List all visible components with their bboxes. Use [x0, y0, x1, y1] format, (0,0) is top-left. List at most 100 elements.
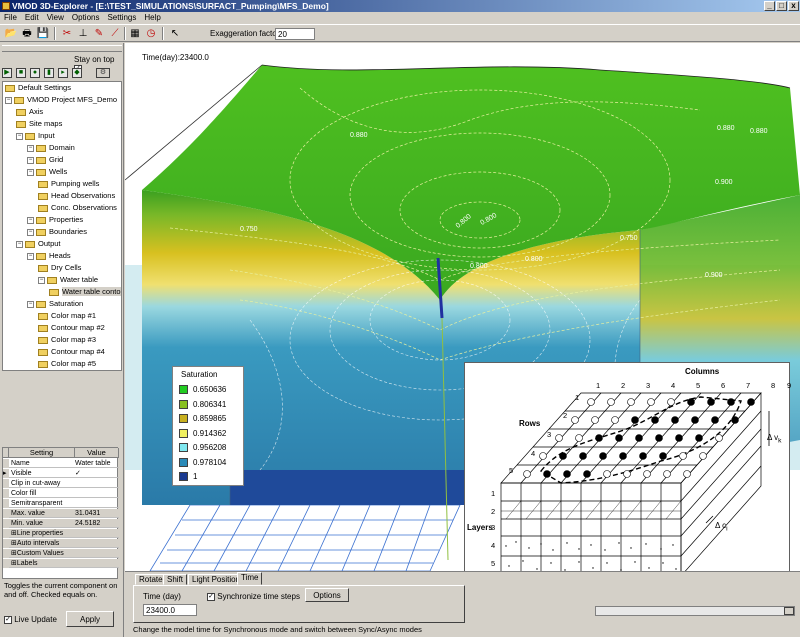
tree-item[interactable]: Pumping wells	[38, 179, 99, 189]
property-value[interactable]: ✓	[75, 469, 119, 478]
close-button[interactable]: x	[788, 1, 799, 11]
tree-item[interactable]: − Wells	[27, 167, 67, 177]
record-icon[interactable]: ●	[30, 68, 40, 78]
tree-item[interactable]: − Grid	[27, 155, 63, 165]
tree-item[interactable]: − Input	[16, 131, 55, 141]
loop-icon[interactable]: ◆	[72, 68, 82, 78]
menu-help[interactable]: Help	[140, 12, 164, 22]
tree-item[interactable]: Conc. Observations	[38, 203, 117, 213]
tab-shift[interactable]: Shift	[163, 574, 188, 585]
step-icon[interactable]: ▸	[58, 68, 68, 78]
time-input[interactable]	[143, 604, 197, 616]
menu-file[interactable]: File	[0, 12, 21, 22]
expand-toggle-icon[interactable]: −	[27, 144, 34, 152]
tree-item[interactable]: Head Observations	[38, 191, 115, 201]
expand-toggle-icon[interactable]: −	[38, 276, 45, 284]
panel-grip[interactable]	[2, 45, 122, 52]
tree-item[interactable]: − Properties	[27, 215, 83, 225]
tree-item[interactable]: Default Settings	[5, 83, 71, 93]
open-folder-icon[interactable]: 📂	[4, 27, 18, 40]
grid-icon[interactable]: ▦	[128, 27, 142, 40]
tab-light-position[interactable]: Light Position	[188, 574, 245, 585]
expand-toggle-icon[interactable]: −	[16, 132, 23, 140]
menu-options[interactable]: Options	[68, 12, 104, 22]
component-tree[interactable]: Default Settings − VMOD Project MFS_Demo Ax…	[2, 81, 122, 371]
menu-edit[interactable]: Edit	[21, 12, 43, 22]
axis-icon[interactable]: ⊥	[76, 27, 90, 40]
tree-item[interactable]: − Output	[16, 239, 61, 249]
tab-time[interactable]: Time	[237, 572, 263, 585]
property-value[interactable]: Water table	[75, 459, 119, 468]
tree-item[interactable]: − Domain	[27, 143, 75, 153]
tab-rotate[interactable]: Rotate	[135, 574, 167, 585]
expand-toggle-icon[interactable]: −	[27, 300, 34, 308]
help-pointer-icon[interactable]: ↖	[168, 27, 182, 40]
column-number: 8	[771, 381, 776, 390]
row-gutter	[3, 479, 9, 488]
tree-item[interactable]: Color map #3	[38, 335, 96, 345]
expand-toggle-icon[interactable]: −	[27, 168, 34, 176]
property-row[interactable]: Semitransparent	[3, 499, 119, 508]
tree-item[interactable]: Dry Cells	[38, 263, 81, 273]
expand-toggle-icon[interactable]: −	[27, 252, 34, 260]
property-row[interactable]: ⊞Auto intervals	[3, 539, 119, 548]
tree-item[interactable]: − Heads	[27, 251, 71, 261]
live-update-checkbox[interactable]: ✓ Live Update	[4, 615, 57, 624]
property-row[interactable]: ▸ Visible ✓	[3, 469, 119, 478]
property-row[interactable]: Color fill	[3, 489, 119, 498]
tree-item[interactable]: Color map #1	[38, 311, 96, 321]
tree-item[interactable]: Contour map #4	[38, 347, 105, 357]
tree-item[interactable]: − Water table	[38, 275, 98, 285]
print-icon[interactable]: 🖶	[20, 27, 34, 40]
property-row[interactable]: ⊞Line properties	[3, 529, 119, 538]
expand-toggle-icon[interactable]: −	[27, 216, 34, 224]
property-row[interactable]: Min. value 24.5182	[3, 519, 119, 528]
time-slider[interactable]	[595, 606, 795, 616]
menu-settings[interactable]: Settings	[103, 12, 140, 22]
save-icon[interactable]: 💾	[36, 27, 50, 40]
active-cell-marker	[671, 416, 679, 424]
tree-item[interactable]: Site maps	[16, 119, 62, 129]
column-number: 4	[671, 381, 676, 390]
tree-item[interactable]: − Saturation	[27, 299, 83, 309]
expand-toggle-icon[interactable]: −	[27, 156, 34, 164]
maximize-button[interactable]: □	[776, 1, 787, 11]
checkbox-box[interactable]: ✓	[4, 615, 12, 624]
property-row[interactable]: Max. value 31.0431	[3, 509, 119, 518]
expand-toggle-icon[interactable]: −	[16, 240, 23, 248]
checkbox-box[interactable]: ✓	[207, 592, 215, 601]
expand-toggle-icon[interactable]: −	[5, 96, 12, 104]
tree-item[interactable]: − Boundaries	[27, 227, 87, 237]
menu-view[interactable]: View	[43, 12, 68, 22]
tree-item[interactable]: Water table contours	[49, 287, 121, 297]
property-value[interactable]: 31.0431	[75, 509, 119, 518]
tree-item[interactable]: Color map #5	[38, 359, 96, 369]
pause-icon[interactable]: ▮	[44, 68, 54, 78]
line-icon[interactable]: ⟋	[108, 27, 122, 40]
property-value[interactable]	[75, 479, 119, 488]
property-row[interactable]: Clip in cut-away	[3, 479, 119, 488]
options-button[interactable]: Options	[305, 588, 349, 602]
exaggeration-input[interactable]	[275, 28, 315, 40]
slider-thumb[interactable]	[784, 607, 794, 615]
apply-button[interactable]: Apply	[66, 611, 114, 627]
minimize-button[interactable]: _	[764, 1, 775, 11]
stop-icon[interactable]: ■	[16, 68, 26, 78]
expand-toggle-icon[interactable]: −	[27, 228, 34, 236]
clock-icon[interactable]: ◷	[144, 27, 158, 40]
property-value[interactable]	[75, 499, 119, 508]
synchronize-checkbox[interactable]: ✓ Synchronize time steps	[207, 592, 300, 601]
property-row[interactable]: Name Water table	[3, 459, 119, 468]
camera-icon[interactable]: ⚙	[96, 68, 110, 78]
property-value[interactable]: 24.5182	[75, 519, 119, 528]
tree-item[interactable]: Axis	[16, 107, 43, 117]
property-row[interactable]: ⊞Custom Values	[3, 549, 119, 558]
draw-icon[interactable]: ✎	[92, 27, 106, 40]
tree-item[interactable]: Contour map #2	[38, 323, 105, 333]
folder-icon	[36, 252, 46, 260]
property-row[interactable]: ⊞Labels	[3, 559, 119, 568]
tree-item[interactable]: − VMOD Project MFS_Demo	[5, 95, 117, 105]
property-value[interactable]	[75, 489, 119, 498]
cut-away-icon[interactable]: ✂	[60, 27, 74, 40]
first-frame-icon[interactable]: ▶	[2, 68, 12, 78]
